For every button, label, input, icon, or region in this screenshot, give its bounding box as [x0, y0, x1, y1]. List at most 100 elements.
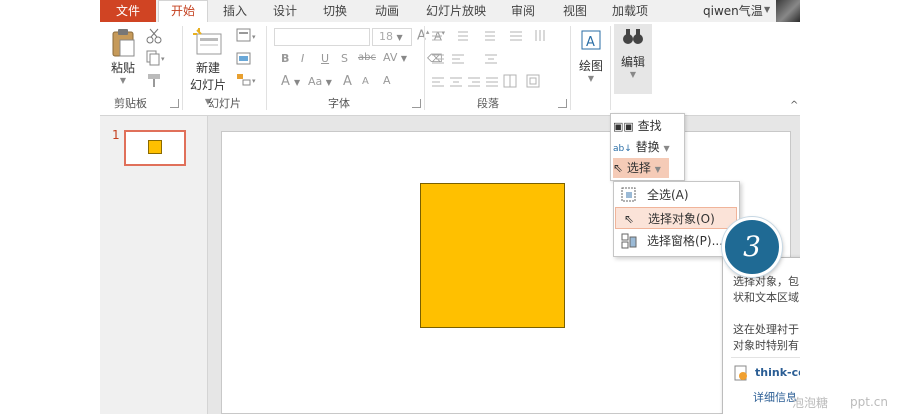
replace-label: 替换: [635, 140, 660, 154]
chevron-down-icon[interactable]: ▼: [764, 5, 770, 14]
cursor-icon: ⇖: [613, 161, 624, 175]
divider: [424, 26, 425, 110]
slide-thumbnail[interactable]: [124, 130, 186, 166]
shapes-icon: A: [581, 30, 601, 50]
tab-design[interactable]: 设计: [262, 0, 308, 22]
shadow-button[interactable]: S: [341, 52, 348, 65]
divider: [266, 26, 267, 110]
tab-insert[interactable]: 插入: [212, 0, 258, 22]
strikethrough-button[interactable]: abc: [358, 52, 376, 63]
ribbon-home: 粘贴 ▼ ▾ 剪贴板 新建 幻灯片 ▼ ▾ ▾ 幻灯片 18 ▼ A▴ A▾ B…: [100, 22, 800, 116]
selection-pane-item[interactable]: 选择窗格(P)...: [615, 230, 737, 252]
divider: [731, 357, 800, 358]
watermark: 泡泡糖: [792, 396, 829, 410]
paste-label: 粘贴: [110, 61, 135, 75]
svg-text:A: A: [586, 35, 595, 50]
editing-menu: ▣▣ 查找 ab↓ 替换 ▼ ⇖ 选择 ▼: [610, 113, 685, 181]
tab-view[interactable]: 视图: [552, 0, 598, 22]
font-size-combo[interactable]: 18 ▼: [372, 28, 412, 46]
tab-animations[interactable]: 动画: [364, 0, 410, 22]
powerpoint-window: 文件 开始 插入 设计 切换 动画 幻灯片放映 审阅 视图 加载项 qiwen气…: [100, 0, 800, 414]
paragraph-group-label: 段落: [477, 97, 499, 110]
select-item[interactable]: ⇖ 选择 ▼: [613, 158, 669, 178]
collapse-ribbon-icon[interactable]: ^: [790, 100, 798, 111]
select-objects-item[interactable]: ⇖ 选择对象(O): [615, 207, 737, 229]
select-objects-label: 选择对象(O): [648, 212, 715, 226]
svg-text:▾: ▾: [252, 77, 256, 85]
chevron-down-icon: ▼: [587, 74, 595, 83]
clipboard-launcher-icon[interactable]: [170, 99, 179, 108]
slide-number: 1: [112, 128, 120, 142]
selection-pane-label: 选择窗格(P)...: [647, 234, 724, 248]
ribbon-tabbar: 文件 开始 插入 设计 切换 动画 幻灯片放映 审阅 视图 加载项 qiwen气…: [100, 0, 800, 22]
select-all-icon: [621, 187, 636, 202]
italic-button[interactable]: I: [301, 52, 304, 65]
svg-text:▾: ▾: [161, 55, 165, 63]
tooltip-line: 这在处理衬于: [733, 323, 799, 336]
editing-label: 编辑: [620, 55, 645, 69]
tab-home[interactable]: 开始: [158, 0, 208, 22]
paste-button[interactable]: 粘贴 ▼: [108, 28, 138, 85]
tab-file[interactable]: 文件: [100, 0, 156, 22]
underline-button[interactable]: U: [321, 52, 329, 65]
chevron-down-icon: ▼: [654, 165, 661, 174]
select-objects-tooltip: 选择对象，包 状和文本区域 这在处理衬于 对象时特别有 think-ce 详细信…: [722, 257, 800, 414]
cut-icon[interactable]: [146, 28, 162, 44]
selection-pane-icon: [621, 233, 637, 249]
reset-icon[interactable]: [236, 50, 252, 66]
clipboard-group-label: 剪贴板: [114, 97, 147, 110]
font-launcher-icon[interactable]: [412, 99, 421, 108]
grow-font-button[interactable]: A: [343, 74, 352, 89]
layout-icon[interactable]: ▾: [236, 28, 258, 44]
drawing-button[interactable]: A 绘图 ▼: [574, 28, 608, 83]
replace-item[interactable]: ab↓ 替换 ▼: [613, 137, 682, 157]
paragraph-launcher-icon[interactable]: [558, 99, 567, 108]
clipboard-icon: [112, 29, 135, 57]
binoculars-icon: [623, 29, 643, 44]
select-label: 选择: [626, 161, 651, 175]
find-label: 查找: [637, 119, 662, 133]
tab-transitions[interactable]: 切换: [312, 0, 358, 22]
section-icon[interactable]: ▾: [236, 72, 258, 88]
bold-button[interactable]: B: [281, 52, 289, 65]
find-item[interactable]: ▣▣ 查找: [613, 116, 682, 136]
tooltip-line: 状和文本区域: [733, 291, 799, 304]
watermark-site: ppt.cn: [850, 395, 888, 409]
paragraph-controls-icon[interactable]: [430, 29, 565, 95]
tab-review[interactable]: 审阅: [500, 0, 546, 22]
font-group-label: 字体: [328, 97, 350, 110]
copy-icon[interactable]: ▾: [146, 50, 168, 66]
cursor-icon: ⇖: [624, 212, 635, 226]
help-icon: [734, 365, 747, 381]
chevron-down-icon: ▼: [663, 144, 670, 153]
thumbnail-shape: [148, 140, 162, 154]
font-color-button[interactable]: A ▼: [281, 74, 300, 89]
format-painter-icon[interactable]: [146, 72, 162, 88]
slides-group-label: 幻灯片: [208, 97, 241, 110]
tab-slideshow[interactable]: 幻灯片放映: [420, 0, 492, 22]
chevron-down-icon: ▼: [119, 76, 127, 85]
binoculars-icon: ▣▣: [613, 120, 634, 133]
select-all-item[interactable]: 全选(A): [615, 184, 737, 206]
avatar[interactable]: [776, 0, 800, 22]
tooltip-line: 对象时特别有: [733, 339, 799, 352]
select-submenu: 全选(A) ⇖ 选择对象(O) 选择窗格(P)...: [613, 181, 740, 257]
select-all-label: 全选(A): [647, 188, 689, 202]
editing-button[interactable]: 编辑 ▼: [614, 24, 652, 94]
new-slide-label-1: 新建: [195, 61, 220, 75]
tooltip-more-link[interactable]: 详细信息: [753, 389, 797, 405]
user-name[interactable]: qiwen气温: [703, 0, 763, 22]
clear-format-button[interactable]: A: [383, 74, 391, 87]
font-size-value: 18: [379, 30, 393, 43]
slides-pane: 1: [100, 116, 207, 414]
step-badge: 3: [722, 217, 782, 277]
divider: [610, 26, 611, 110]
spacing-button[interactable]: AV ▼: [383, 51, 407, 64]
shrink-font-button[interactable]: A: [362, 76, 369, 87]
square-shape[interactable]: [420, 183, 565, 328]
font-name-combo[interactable]: [274, 28, 370, 46]
change-case-button[interactable]: Aa ▼: [308, 75, 332, 88]
tab-addins[interactable]: 加载项: [606, 0, 654, 22]
tooltip-link[interactable]: think-ce: [755, 366, 800, 379]
drawing-label: 绘图: [578, 59, 603, 73]
